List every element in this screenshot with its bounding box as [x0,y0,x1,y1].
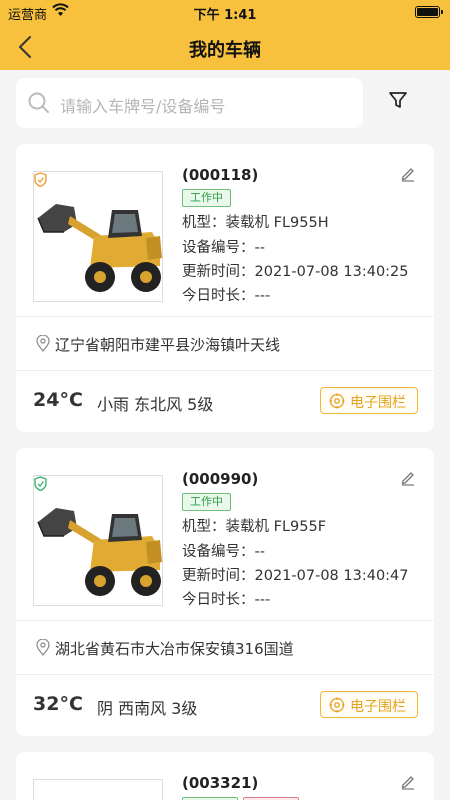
vehicle-code: (003321) [182,774,259,792]
device-row: 设备编号：-- [182,236,265,257]
edit-icon[interactable] [400,774,416,790]
shield-icon [34,476,47,491]
divider [16,674,434,675]
fence-label: 电子围栏 [350,699,406,715]
device-label: 设备编号： [182,544,255,560]
today-row: 今日时长：--- [182,284,270,305]
fence-button[interactable]: 电子围栏 [320,691,418,718]
weather: 小雨 东北风 5级 [97,395,214,414]
edit-icon[interactable] [400,470,416,486]
vehicle-photo [33,171,163,302]
temperature: 32°C [33,693,83,715]
model-value: 装载机 FL955F [225,519,327,535]
battery-icon [415,6,443,18]
edit-icon[interactable] [400,166,416,182]
divider [16,370,434,371]
filter-icon[interactable] [386,88,410,112]
today-value: --- [254,288,271,304]
update-value: 2021-07-08 13:40:47 [254,568,409,584]
page-title: 我的车辆 [189,40,261,61]
fence-icon [329,697,345,713]
update-label: 更新时间： [182,568,255,584]
device-value: -- [254,544,265,560]
device-row: 设备编号：-- [182,540,265,561]
today-row: 今日时长：--- [182,588,270,609]
location-pin-icon [36,335,50,352]
vehicle-card[interactable]: (003321) [16,752,434,800]
device-value: -- [254,240,265,256]
status-bar: 运营商 下午 1:41 [0,0,450,24]
today-value: --- [254,592,271,608]
location-pin-icon [36,639,50,656]
model-value: 装载机 FL955H [225,215,329,231]
model-label: 机型： [182,215,226,231]
model-row: 机型：装载机 FL955H [182,211,329,232]
divider [16,316,434,317]
vehicle-code: (000118) [182,166,259,184]
clock: 下午 1:41 [193,8,257,23]
divider [16,620,434,621]
today-label: 今日时长： [182,288,255,304]
vehicle-card[interactable]: (000118) 工作中 机型：装载机 FL955H 设备编号：-- 更新时间：… [16,144,434,432]
status-badge: 工作中 [182,189,231,207]
location: 湖北省黄石市大冶市保安镇316国道 [36,638,294,659]
status-badge: 工作中 [182,493,231,511]
update-value: 2021-07-08 13:40:25 [254,264,409,280]
update-row: 更新时间：2021-07-08 13:40:47 [182,564,409,585]
vehicle-photo [33,475,163,606]
temperature: 24°C [33,389,83,411]
model-label: 机型： [182,519,226,535]
location-text: 辽宁省朝阳市建平县沙海镇叶天线 [55,336,281,354]
location-text: 湖北省黄石市大冶市保安镇316国道 [55,640,294,658]
fence-icon [329,393,345,409]
vehicle-card[interactable]: (000990) 工作中 机型：装载机 FL955F 设备编号：-- 更新时间：… [16,448,434,736]
update-row: 更新时间：2021-07-08 13:40:25 [182,260,409,281]
location: 辽宁省朝阳市建平县沙海镇叶天线 [36,334,280,355]
search-icon [28,92,49,113]
update-label: 更新时间： [182,264,255,280]
fence-button[interactable]: 电子围栏 [320,387,418,414]
search-placeholder: 请输入车牌号/设备编号 [60,97,226,116]
vehicle-photo [33,779,163,800]
today-label: 今日时长： [182,592,255,608]
shield-icon [34,172,47,187]
vehicle-code: (000990) [182,470,259,488]
model-row: 机型：装载机 FL955F [182,515,326,536]
weather: 阴 西南风 3级 [97,699,198,718]
fence-label: 电子围栏 [350,395,406,411]
device-label: 设备编号： [182,240,255,256]
search-input[interactable]: 请输入车牌号/设备编号 [16,78,363,128]
